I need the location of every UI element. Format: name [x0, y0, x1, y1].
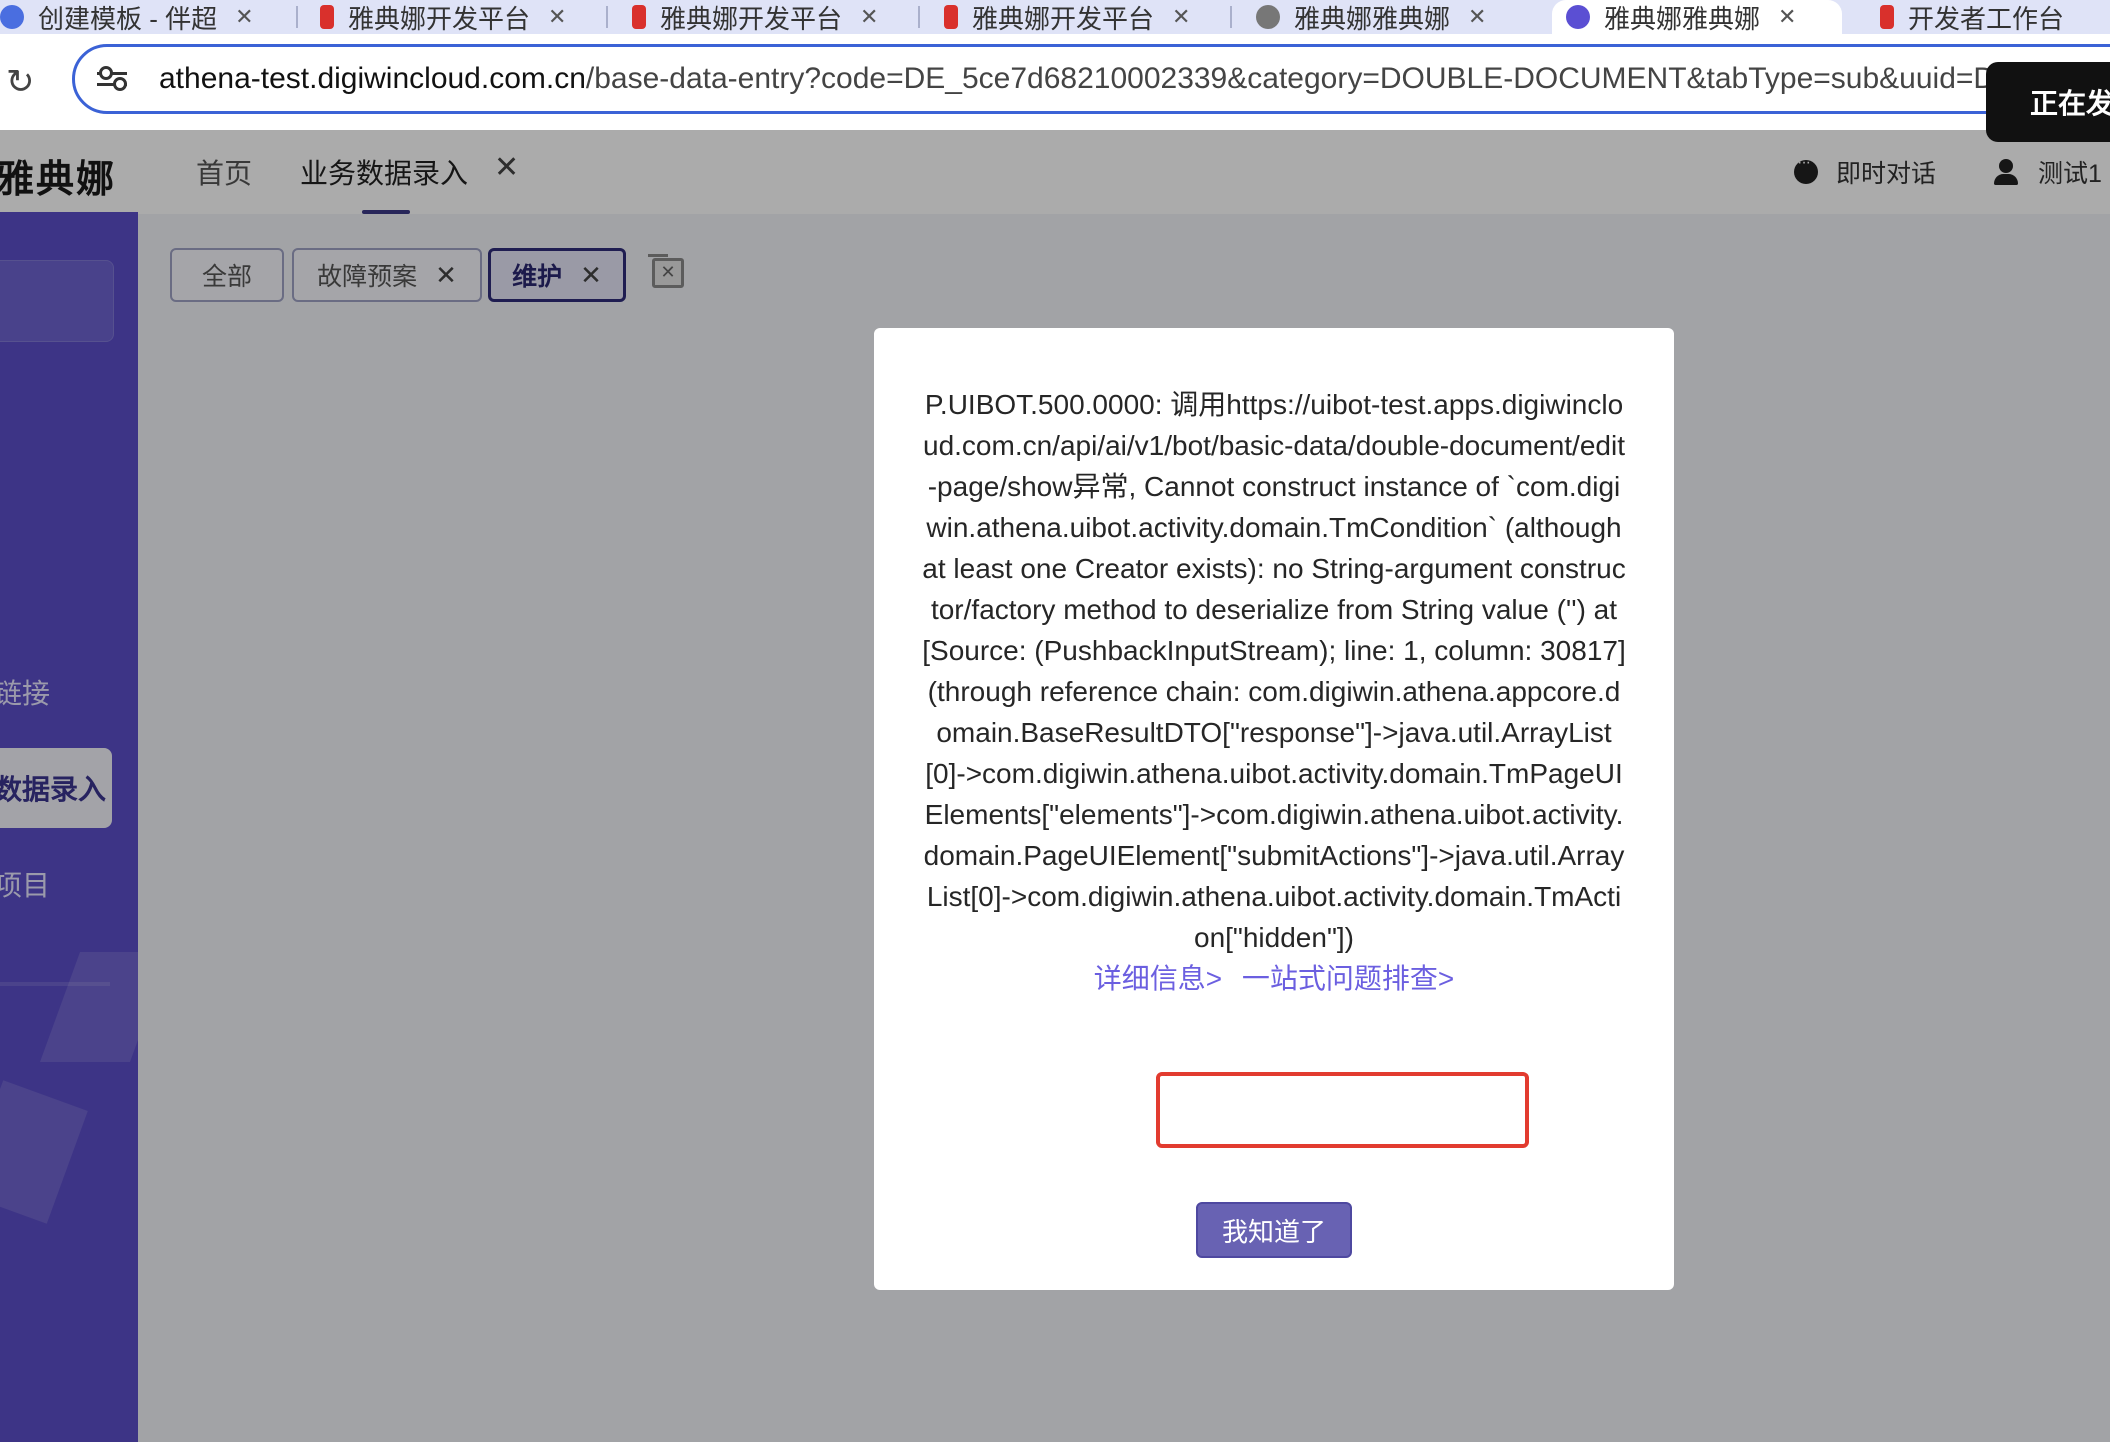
blue-circle-icon	[0, 5, 24, 29]
browser-tab[interactable]: 雅典娜雅典娜 ✕	[1256, 0, 1546, 34]
url-host: athena-test.digiwincloud.com.cn	[159, 62, 586, 95]
details-link[interactable]: 详细信息>	[1094, 963, 1222, 994]
tab-title: 雅典娜雅典娜	[1604, 3, 1761, 34]
url-path: /base-data-entry?code=DE_5ce7d6821000233…	[585, 62, 2016, 95]
tab-title: 雅典娜开发平台	[348, 3, 531, 34]
browser-tab-active[interactable]: 雅典娜雅典娜 ✕	[1552, 0, 1842, 34]
tab-title: 雅典娜雅典娜	[1294, 3, 1451, 34]
address-bar: ↻ athena-test.digiwincloud.com.cn/base-d…	[0, 34, 2110, 130]
browser-tab[interactable]: 开发者工作台	[1880, 0, 2110, 34]
close-icon[interactable]: ✕	[1778, 4, 1796, 30]
dialog-links: 详细信息> 一站式问题排查>	[922, 958, 1626, 999]
close-icon[interactable]: ✕	[1172, 4, 1190, 30]
site-settings-icon[interactable]	[97, 66, 131, 92]
tab-divider	[918, 6, 920, 28]
url-text: athena-test.digiwincloud.com.cn/base-dat…	[159, 62, 2015, 96]
browser-tab-strip: 创建模板 - 伴超 ✕ 雅典娜开发平台 ✕ 雅典娜开发平台 ✕ 雅典娜开发平台 …	[0, 0, 2110, 34]
browser-tab[interactable]: 雅典娜开发平台 ✕	[944, 0, 1224, 34]
red-flag-icon	[320, 5, 334, 29]
athena-logo-icon	[1566, 5, 1590, 29]
close-icon[interactable]: ✕	[860, 4, 878, 30]
close-icon[interactable]: ✕	[1468, 4, 1486, 30]
url-input[interactable]: athena-test.digiwincloud.com.cn/base-dat…	[72, 44, 2110, 114]
tab-title: 开发者工作台	[1908, 3, 2065, 34]
tab-title: 创建模板 - 伴超	[38, 3, 218, 34]
acknowledge-button[interactable]: 我知道了	[1196, 1202, 1352, 1258]
browser-tab[interactable]: 雅典娜开发平台 ✕	[632, 0, 912, 34]
close-icon[interactable]: ✕	[235, 4, 253, 30]
browser-tab[interactable]: 雅典娜开发平台 ✕	[320, 0, 600, 34]
globe-icon	[1256, 5, 1280, 29]
tab-divider	[606, 6, 608, 28]
red-flag-icon	[944, 5, 958, 29]
annotation-highlight-box	[1156, 1072, 1529, 1148]
error-message: P.UIBOT.500.0000: 调用https://uibot-test.a…	[922, 389, 1626, 953]
status-toast: 正在发	[1986, 62, 2110, 142]
tab-divider	[1230, 6, 1232, 28]
red-flag-icon	[632, 5, 646, 29]
red-flag-icon	[1880, 5, 1894, 29]
close-icon[interactable]: ✕	[548, 4, 566, 30]
tab-divider	[296, 6, 298, 28]
tab-title: 雅典娜开发平台	[972, 3, 1155, 34]
tab-title: 雅典娜开发平台	[660, 3, 843, 34]
reload-icon[interactable]: ↻	[6, 62, 35, 102]
troubleshoot-link[interactable]: 一站式问题排查>	[1242, 963, 1454, 994]
browser-tab[interactable]: 创建模板 - 伴超 ✕	[0, 0, 290, 34]
